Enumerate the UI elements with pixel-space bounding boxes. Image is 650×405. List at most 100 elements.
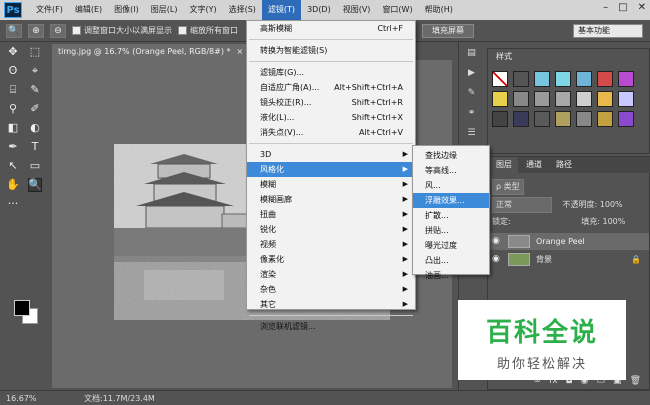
filter-menu-item[interactable]: 模糊 ▶ [247,177,415,192]
maximize-icon[interactable]: □ [618,2,627,13]
zoom-out-icon[interactable]: ⊖ [50,23,66,38]
workspace-select[interactable]: 基本功能 [573,24,643,38]
layer-row[interactable]: ◉ 背景 🔒 [488,251,649,268]
filter-menu-item[interactable]: 杂色 ▶ [247,282,415,297]
tool-icon[interactable]: T [28,140,42,154]
style-swatch[interactable] [492,91,508,107]
style-swatch[interactable] [513,91,529,107]
menu-item[interactable]: 帮助(H) [419,0,459,20]
filter-menu-item[interactable]: 3D ▶ [247,147,415,162]
style-swatch[interactable] [513,111,529,127]
tab-paths[interactable]: 路径 [548,157,580,173]
tool-icon[interactable]: ʘ [6,64,20,78]
eye-icon[interactable]: ◉ [492,233,500,250]
filter-menu-item[interactable]: 锐化 ▶ [247,222,415,237]
style-swatch[interactable] [576,111,592,127]
document-tab[interactable]: timg.jpg @ 16.7% (Orange Peel, RGB/8#) *… [52,44,252,60]
fill-screen-button[interactable]: 填充屏幕 [422,24,474,38]
layer-row[interactable]: ◉ Orange Peel [488,233,649,250]
style-swatch[interactable] [618,91,634,107]
tool-icon[interactable]: ✥ [6,45,20,59]
filter-menu-item[interactable]: 镜头校正(R)... Shift+Ctrl+R [247,95,415,110]
tool-icon[interactable]: ↖ [6,159,20,173]
filter-menu-item[interactable]: 其它 ▶ [247,297,415,312]
zoom-in-icon[interactable]: ⊕ [28,23,44,38]
tool-icon[interactable]: ◐ [28,121,42,135]
style-swatch[interactable] [618,71,634,87]
stylize-menu-item[interactable]: 等高线... [413,163,489,178]
style-swatch[interactable] [534,111,550,127]
clone-source-icon[interactable]: ⚭ [464,108,480,122]
style-swatch[interactable] [576,91,592,107]
zoom-all-windows-checkbox[interactable]: 缩放所有窗口 [178,25,238,36]
tool-icon[interactable]: ✒ [6,140,20,154]
menu-item[interactable]: 图像(I) [108,0,145,20]
foreground-color-swatch[interactable] [14,300,30,316]
style-swatch[interactable] [492,111,508,127]
filter-menu-item[interactable]: 高斯模糊 Ctrl+F [247,21,415,36]
filter-menu-item[interactable]: 滤镜库(G)... [247,65,415,80]
tool-icon[interactable]: ··· [6,197,20,211]
style-swatch[interactable] [555,71,571,87]
tool-icon[interactable]: ⚲ [6,102,20,116]
menu-item[interactable]: 图层(L) [145,0,184,20]
filter-menu-item[interactable]: 视频 ▶ [247,237,415,252]
menu-item[interactable]: 文字(Y) [183,0,222,20]
close-icon[interactable]: ✕ [638,2,646,13]
tool-icon[interactable]: ✐ [28,102,42,116]
filter-menu-item[interactable]: 风格化 ▶ [247,162,415,177]
resize-windows-checkbox[interactable]: 调整窗口大小以满屏显示 [72,25,172,36]
filter-menu-item[interactable]: 模糊画廊 ▶ [247,192,415,207]
tool-icon[interactable]: 🔍 [28,177,42,192]
tab-layers[interactable]: 图层 [488,157,520,173]
style-swatch[interactable] [534,91,550,107]
menu-item[interactable]: 文件(F) [30,0,69,20]
style-swatch[interactable] [534,71,550,87]
zoom-tool-icon[interactable]: 🔍 [6,23,22,38]
tool-icon[interactable]: ✎ [28,83,42,97]
menu-item[interactable]: 视图(V) [337,0,377,20]
zoom-level[interactable]: 16.67% [0,394,44,403]
stylize-menu-item[interactable]: 曝光过度 [413,238,489,253]
style-swatch[interactable] [597,71,613,87]
menu-item[interactable]: 3D(D) [301,0,337,20]
tool-icon[interactable]: ▭ [28,159,42,173]
menu-item[interactable]: 滤镜(T) [261,0,302,20]
close-tab-icon[interactable]: × [237,47,244,56]
filter-menu-item[interactable]: 液化(L)... Shift+Ctrl+X [247,110,415,125]
stylize-menu-item[interactable]: 凸出... [413,253,489,268]
stylize-menu-item[interactable]: 风... [413,178,489,193]
stylize-menu-item[interactable]: 拼贴... [413,223,489,238]
tool-icon[interactable]: ✋ [6,178,20,192]
filter-menu-item[interactable]: 转换为智能滤镜(S) [247,43,415,58]
stylize-menu-item[interactable]: 扩散... [413,208,489,223]
style-swatch[interactable] [555,91,571,107]
style-swatch[interactable] [555,111,571,127]
layer-kind-filter[interactable]: ρ 类型 [492,179,524,195]
filter-menu-item[interactable]: 像素化 ▶ [247,252,415,267]
style-swatch[interactable] [618,111,634,127]
history-icon[interactable]: ▤ [464,48,480,62]
filter-menu-item[interactable]: 浏览联机滤镜... [247,319,415,334]
tool-icon[interactable]: ⬚ [28,45,42,59]
style-swatch[interactable] [597,111,613,127]
tab-styles[interactable]: 样式 [488,49,520,65]
minimize-icon[interactable]: – [603,2,608,13]
filter-menu-item[interactable]: 消失点(V)... Alt+Ctrl+V [247,125,415,140]
blend-mode-select[interactable]: 正常 [492,197,552,213]
style-swatch[interactable] [492,71,508,87]
eye-icon[interactable]: ◉ [492,251,500,268]
document-info[interactable]: 文档:11.7M/23.4M [44,393,155,404]
filter-menu-item[interactable]: 扭曲 ▶ [247,207,415,222]
filter-menu-item[interactable]: 渲染 ▶ [247,267,415,282]
trash-icon[interactable]: 🗑 [630,376,641,386]
properties-icon[interactable]: ☰ [464,128,480,142]
style-swatch[interactable] [576,71,592,87]
actions-icon[interactable]: ▶ [464,68,480,82]
tool-icon[interactable]: ◧ [6,121,20,135]
tool-icon[interactable]: ⌖ [28,64,42,78]
menu-item[interactable]: 编辑(E) [69,0,108,20]
stylize-menu-item[interactable]: 浮雕效果... [413,193,489,208]
style-swatch[interactable] [597,91,613,107]
menu-item[interactable]: 窗口(W) [376,0,418,20]
